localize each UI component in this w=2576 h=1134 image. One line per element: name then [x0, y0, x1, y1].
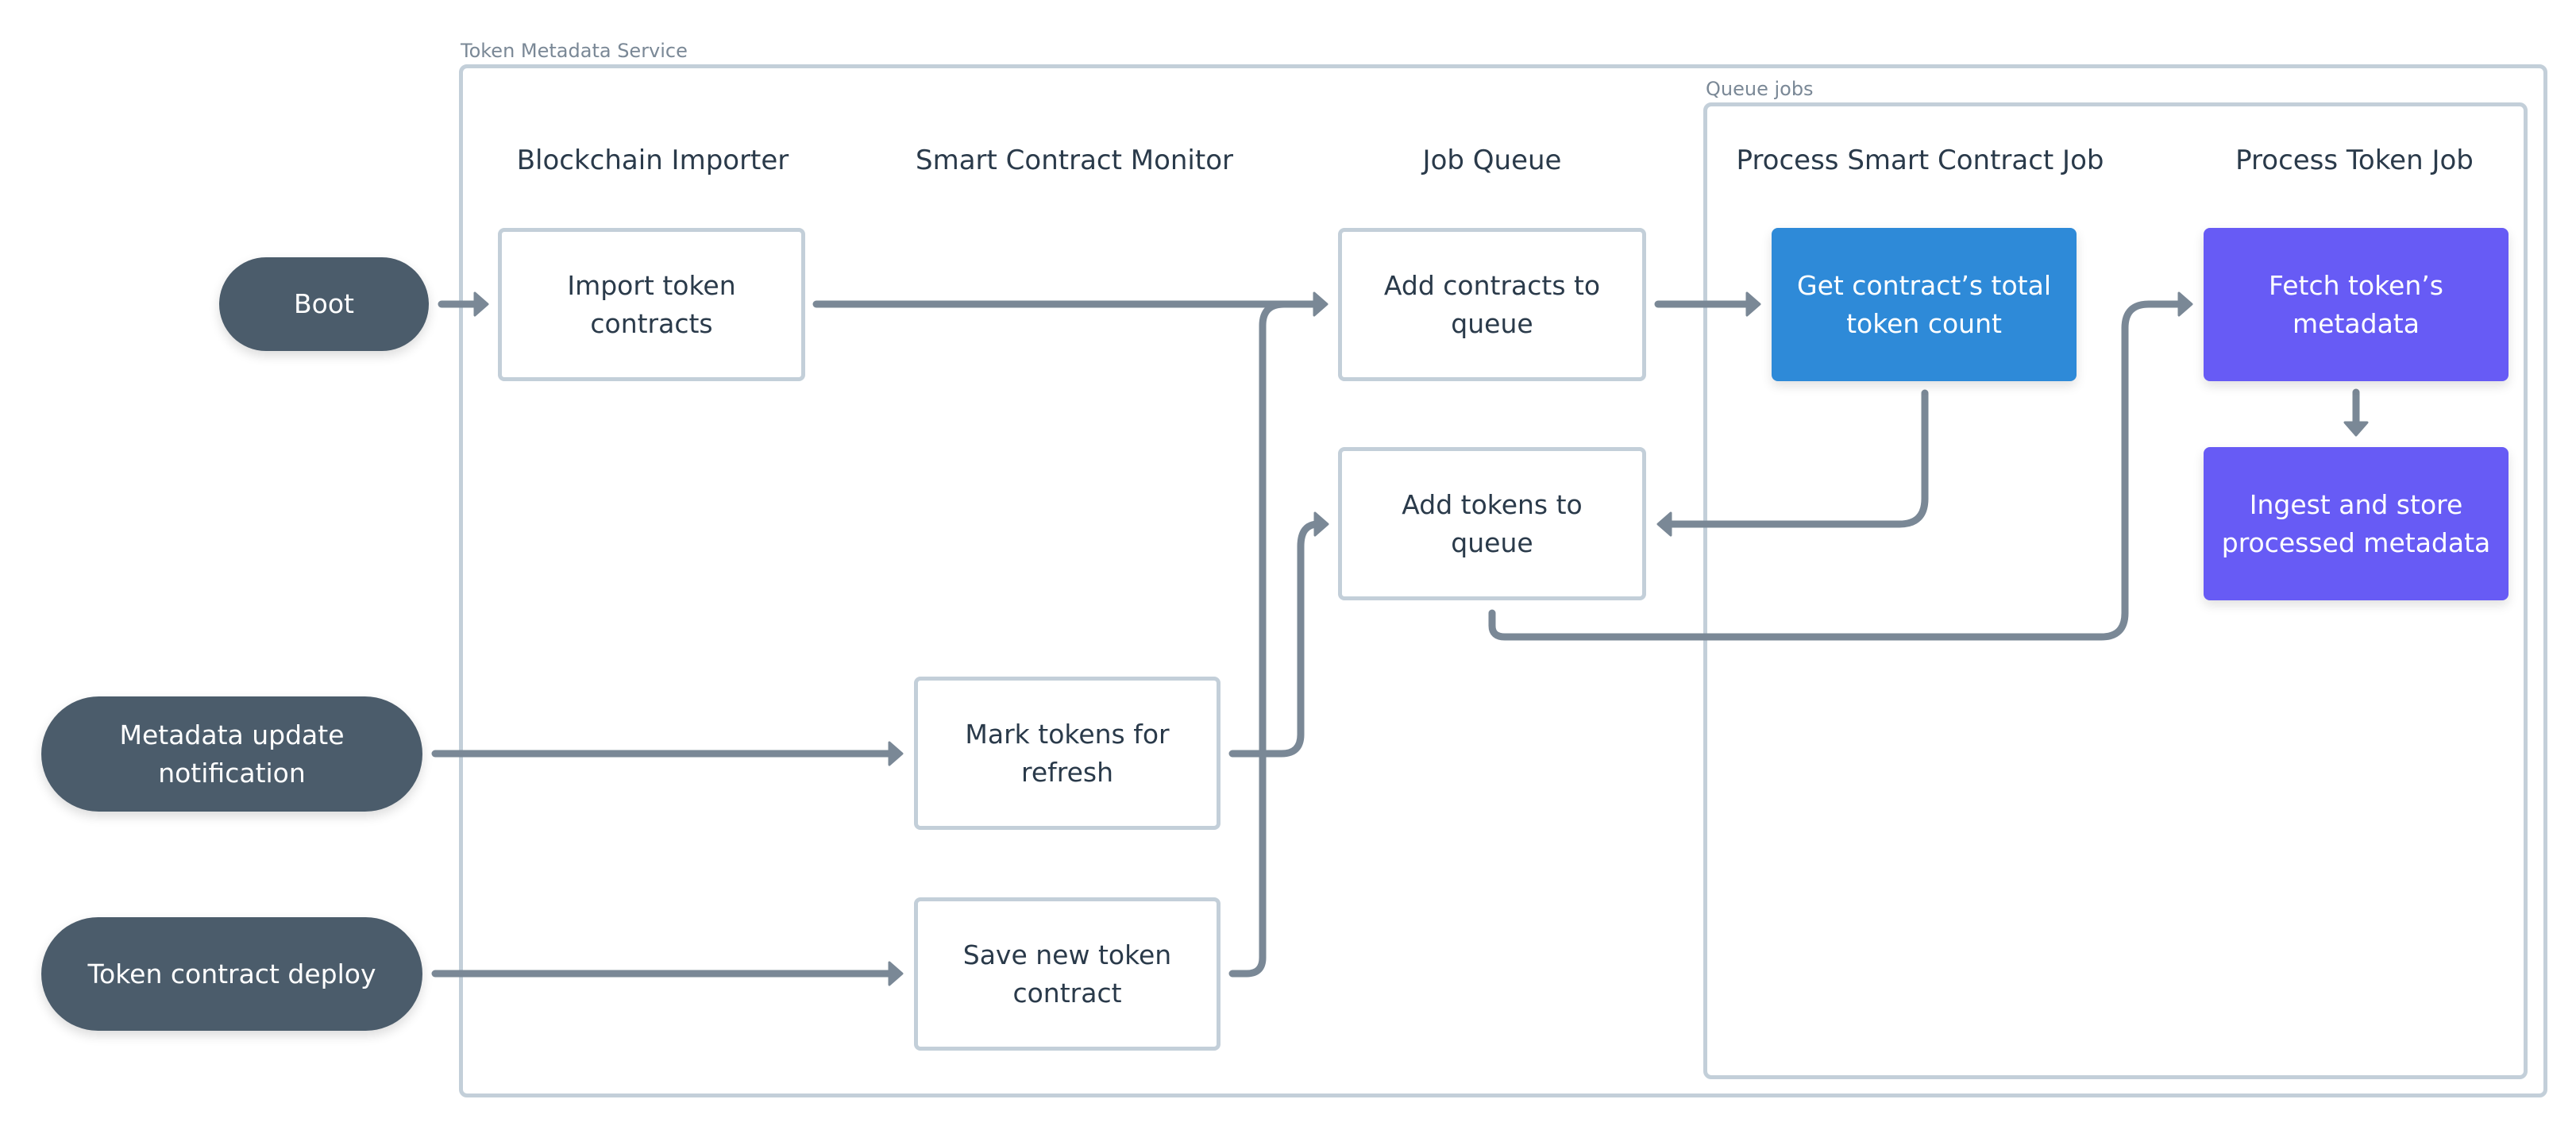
step-import-token-contracts[interactable]: Import token contracts [498, 228, 805, 381]
trigger-metadata-update-line1: Metadata update [119, 719, 345, 750]
step-fetch-token-metadata[interactable]: Fetch token’s metadata [2204, 228, 2509, 381]
column-heading-smart-contract-monitor: Smart Contract Monitor [916, 145, 1233, 176]
service-group-label: Token Metadata Service [461, 40, 688, 62]
step-ingest-line1: Ingest and store [2249, 488, 2463, 520]
step-add-tokens-label: Add tokens to queue [1402, 488, 1583, 558]
step-mark-line1: Mark tokens for [965, 718, 1170, 750]
trigger-metadata-update-notification[interactable]: Metadata update notification [41, 696, 422, 812]
trigger-metadata-update-line2: notification [158, 757, 306, 789]
step-mark-line2: refresh [1020, 756, 1113, 788]
step-add-contracts-to-queue[interactable]: Add contracts to queue [1338, 228, 1646, 381]
step-get-count-line1: Get contract’s total [1797, 269, 2051, 301]
step-fetch-line2: metadata [2293, 307, 2420, 339]
trigger-boot-label: Boot [294, 288, 354, 319]
step-fetch-line1: Fetch token’s [2269, 269, 2443, 301]
column-heading-job-queue: Job Queue [1422, 145, 1562, 176]
step-get-contract-token-count[interactable]: Get contract’s total token count [1772, 228, 2077, 381]
column-heading-process-token-job: Process Token Job [2235, 145, 2474, 176]
trigger-boot[interactable]: Boot [219, 257, 429, 351]
step-ingest-processed-metadata[interactable]: Ingest and store processed metadata [2204, 447, 2509, 600]
step-save-line2: contract [1012, 977, 1122, 1009]
step-get-count-line2: token count [1846, 307, 2002, 339]
column-heading-process-smart-contract-job: Process Smart Contract Job [1736, 145, 2104, 176]
step-mark-tokens-for-refresh[interactable]: Mark tokens for refresh [914, 677, 1221, 830]
column-heading-blockchain-importer: Blockchain Importer [516, 145, 789, 176]
step-save-line1: Save new token [962, 939, 1172, 970]
step-save-new-token-contract[interactable]: Save new token contract [914, 897, 1221, 1051]
step-import-line2: contracts [590, 307, 713, 339]
step-ingest-line2: processed metadata [2221, 526, 2491, 558]
step-add-contracts-line2: queue [1451, 307, 1533, 339]
step-add-tokens-to-queue[interactable]: Add tokens to queue [1338, 447, 1646, 600]
step-import-line1: Import token [567, 269, 736, 301]
queue-jobs-group-label: Queue jobs [1706, 78, 1814, 100]
trigger-token-contract-deploy-label: Token contract deploy [87, 958, 376, 989]
step-add-contracts-line1: Add contracts to [1383, 269, 1601, 301]
trigger-token-contract-deploy[interactable]: Token contract deploy [41, 917, 422, 1031]
